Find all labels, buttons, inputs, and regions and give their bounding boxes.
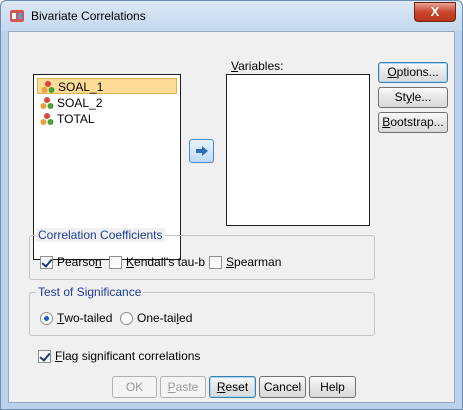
close-icon: X xyxy=(430,4,440,19)
dialog-client-area: SOAL_1 SOAL_2 TOTAL Variables: Options..… xyxy=(8,31,455,403)
window-title: Bivariate Correlations xyxy=(31,9,146,23)
checkbox-icon xyxy=(109,255,122,269)
source-item-total[interactable]: TOTAL xyxy=(37,111,95,127)
test-of-significance-group: Test of Significance Two-tailed One-tai l… xyxy=(29,285,375,336)
help-button[interactable]: Help xyxy=(309,376,356,398)
style-button[interactable]: Style... xyxy=(378,87,448,108)
dialog-window: Bivariate Correlations X SOAL_1 SOAL_2 T… xyxy=(0,0,463,410)
spearman-checkbox[interactable]: Spearman xyxy=(209,255,281,269)
target-variable-list[interactable] xyxy=(226,74,370,226)
pearson-checkbox[interactable]: Pearso n xyxy=(40,255,102,269)
source-item-soal-2[interactable]: SOAL_2 xyxy=(37,95,102,111)
source-item-label: SOAL_1 xyxy=(58,80,104,94)
title-bar[interactable]: Bivariate Correlations X xyxy=(1,1,462,31)
group-title: Correlation Coefficients xyxy=(36,228,165,242)
ok-button[interactable]: OK xyxy=(112,376,157,398)
scale-variable-icon xyxy=(40,97,54,109)
radio-icon xyxy=(120,311,133,325)
scale-variable-icon xyxy=(41,81,55,93)
paste-button[interactable]: Paste xyxy=(160,376,206,398)
spss-app-icon xyxy=(10,10,24,22)
checkbox-icon xyxy=(38,349,51,363)
correlation-coefficients-group: Correlation Coefficients Pearso n Kendall… xyxy=(29,228,375,280)
checkbox-icon xyxy=(40,255,53,269)
source-item-label: SOAL_2 xyxy=(57,96,103,110)
reset-button[interactable]: Reset xyxy=(209,376,256,398)
flag-significant-checkbox[interactable]: Flag significant correlations xyxy=(38,349,200,363)
source-item-label: TOTAL xyxy=(57,112,95,126)
variables-label: Variables: xyxy=(231,59,284,73)
one-tailed-radio[interactable]: One-tai l ed xyxy=(120,311,192,325)
source-item-soal-1[interactable]: SOAL_1 xyxy=(37,78,177,94)
kendall-checkbox[interactable]: Kendall's tau-b xyxy=(109,255,205,269)
group-title: Test of Significance xyxy=(36,285,144,299)
close-button[interactable]: X xyxy=(414,2,456,22)
scale-variable-icon xyxy=(40,113,54,125)
cancel-button[interactable]: Cancel xyxy=(259,376,306,398)
two-tailed-radio[interactable]: Two-tailed xyxy=(40,311,112,325)
checkbox-icon xyxy=(209,255,222,269)
move-to-variables-button[interactable] xyxy=(189,139,214,163)
options-button[interactable]: Options... xyxy=(378,62,448,83)
radio-icon xyxy=(40,311,53,325)
right-arrow-icon xyxy=(195,146,208,156)
bootstrap-button[interactable]: Bootstrap... xyxy=(378,112,448,133)
